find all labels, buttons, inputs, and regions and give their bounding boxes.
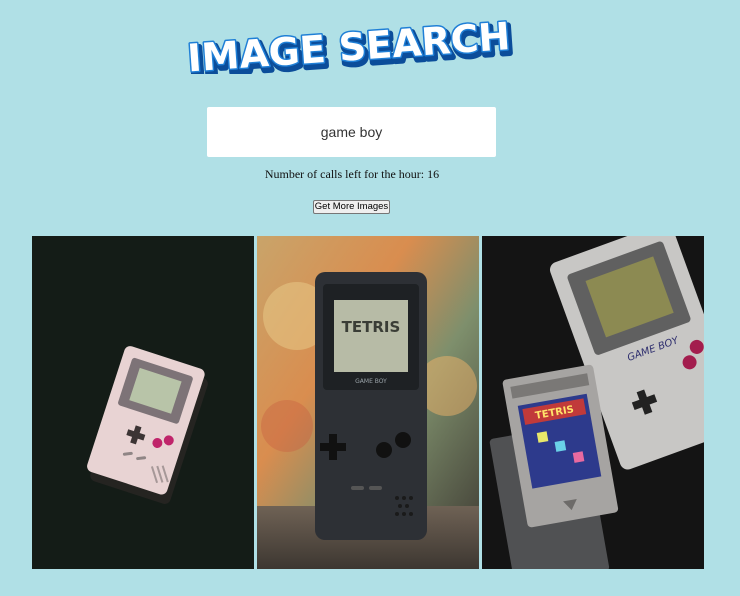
tetris-screen-text: TETRIS (342, 318, 401, 336)
result-image-2[interactable]: TETRIS GAME BOY (257, 236, 479, 569)
logo-text: IMAGE SEARCH (186, 18, 512, 74)
image-results-gallery: TETRIS GAME BOY GAME BOY TETRIS (32, 236, 704, 569)
gameboy-brand-text: GAME BOY (355, 378, 387, 385)
pink-game-boy-image (32, 236, 254, 569)
search-input[interactable] (207, 107, 496, 157)
logo: IMAGE SEARCH IMAGE SEARCH (183, 18, 523, 74)
get-more-images-button[interactable]: Get More Images (313, 200, 390, 214)
image-search-page: IMAGE SEARCH IMAGE SEARCH Number of call… (0, 0, 740, 596)
game-boy-cartridge-image: GAME BOY TETRIS (482, 236, 704, 569)
logo-graphic: IMAGE SEARCH IMAGE SEARCH (184, 18, 516, 74)
result-image-3[interactable]: GAME BOY TETRIS (482, 236, 704, 569)
result-image-1[interactable] (32, 236, 254, 569)
calls-remaining-text: Number of calls left for the hour: 16 (264, 167, 440, 181)
game-boy-pocket-image: TETRIS GAME BOY (257, 236, 479, 569)
